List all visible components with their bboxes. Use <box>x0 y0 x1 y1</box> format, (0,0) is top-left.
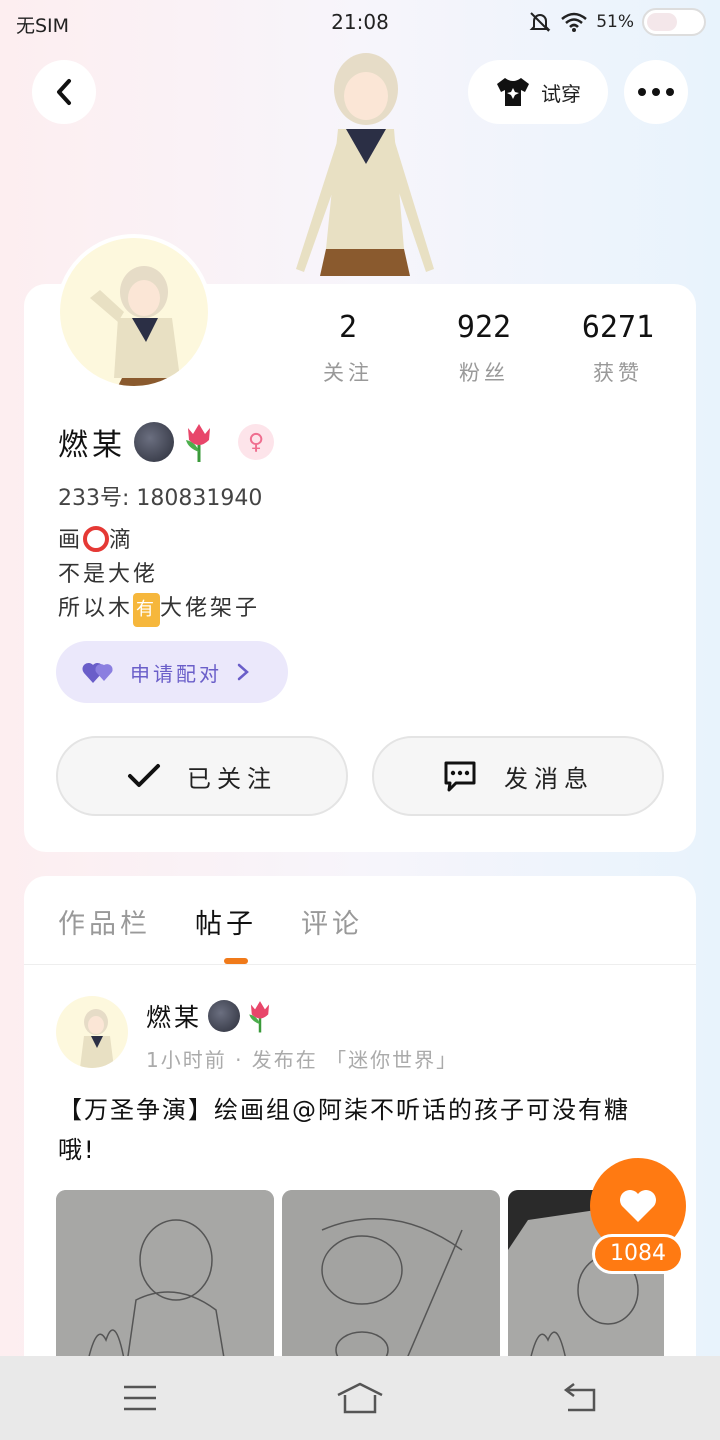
battery-icon <box>642 8 706 36</box>
back-button[interactable] <box>32 60 96 124</box>
tab-comments[interactable]: 评论 <box>301 902 363 941</box>
followed-button[interactable]: 已关注 <box>56 736 348 816</box>
tulip-emoji-icon <box>249 1001 270 1033</box>
more-dots-icon <box>638 88 674 96</box>
stat-label: 获赞 <box>593 361 643 385</box>
followed-label: 已关注 <box>187 764 277 793</box>
stat-value: 2 <box>338 310 358 345</box>
bio-line-2: 不是大佬 <box>58 562 159 587</box>
bio-text: 画 <box>58 528 84 553</box>
female-icon: ♀ <box>238 424 274 460</box>
username-row: 燃某 ♀ <box>58 420 274 464</box>
bio-text: 滴 <box>109 528 135 553</box>
menu-button[interactable] <box>118 1378 162 1418</box>
chevron-right-icon <box>237 663 249 681</box>
post-image-1[interactable] <box>56 1190 274 1370</box>
try-on-button[interactable]: 试穿 <box>468 60 608 124</box>
post-author-avatar[interactable] <box>56 996 128 1068</box>
profile-avatar[interactable] <box>56 234 212 390</box>
stat-value: 6271 <box>581 310 655 345</box>
send-message-button[interactable]: 发消息 <box>372 736 664 816</box>
tulip-emoji-icon <box>186 424 210 462</box>
username: 燃某 <box>58 428 126 463</box>
moon-emoji-icon <box>208 1000 241 1032</box>
heart-icon <box>620 1190 656 1222</box>
post-meta: 1小时前 · 发布在 「迷你世界」 <box>146 1048 459 1072</box>
request-pair-label: 申请配对 <box>130 661 222 686</box>
profile-tabs: 作品栏 帖子 评论 <box>58 902 363 941</box>
bio-text: 所以木 <box>58 596 134 621</box>
bio-line-1: 画滴 <box>58 524 260 558</box>
post-image-2[interactable] <box>282 1190 500 1370</box>
battery-percent: 51% <box>596 12 634 32</box>
stat-label: 粉丝 <box>459 361 509 385</box>
tshirt-icon <box>497 78 529 106</box>
post-text[interactable]: 【万圣争演】绘画组@阿柒不听话的孩子可没有糖哦! <box>58 1090 658 1170</box>
back-nav-button[interactable] <box>558 1378 602 1418</box>
tab-works[interactable]: 作品栏 <box>58 902 151 941</box>
bio-line-3: 所以木有大佬架子 <box>58 592 260 627</box>
wifi-icon <box>561 12 588 32</box>
hamburger-icon <box>124 1385 156 1411</box>
you-badge-emoji: 有 <box>133 593 161 627</box>
red-circle-emoji-icon <box>83 526 110 552</box>
avatar-3d-figure[interactable] <box>286 44 436 284</box>
home-icon <box>337 1382 383 1414</box>
send-message-label: 发消息 <box>504 764 594 793</box>
tab-divider <box>24 964 696 965</box>
moon-emoji-icon <box>134 422 174 462</box>
home-button[interactable] <box>334 1378 386 1418</box>
stat-following[interactable]: 2 关注 <box>288 310 408 387</box>
user-id: 233号: 180831940 <box>58 486 263 511</box>
post-author-row: 燃某 <box>146 998 274 1034</box>
post-author-name[interactable]: 燃某 <box>146 998 202 1034</box>
stat-likes[interactable]: 6271 获赞 <box>558 310 678 387</box>
stat-value: 922 <box>456 310 512 345</box>
double-heart-icon <box>82 662 113 683</box>
chat-bubble-icon <box>444 761 476 792</box>
status-bar: 无SIM 21:08 51% <box>0 0 720 46</box>
tab-posts[interactable]: 帖子 <box>195 902 257 941</box>
try-on-label: 试穿 <box>541 81 581 106</box>
mute-bell-icon <box>529 12 551 32</box>
more-button[interactable] <box>624 60 688 124</box>
bio-text: 大佬架子 <box>160 596 261 621</box>
check-icon <box>128 764 160 787</box>
stat-label: 关注 <box>323 361 373 385</box>
chevron-left-icon <box>57 79 71 105</box>
system-navigation-bar <box>0 1356 720 1440</box>
like-count: 1084 <box>592 1234 684 1274</box>
return-icon <box>563 1383 596 1412</box>
request-pair-button[interactable]: 申请配对 <box>56 641 288 703</box>
stat-followers[interactable]: 922 粉丝 <box>424 310 544 387</box>
bio: 画滴 不是大佬 所以木有大佬架子 <box>58 524 260 627</box>
status-icons: 51% <box>528 8 706 36</box>
